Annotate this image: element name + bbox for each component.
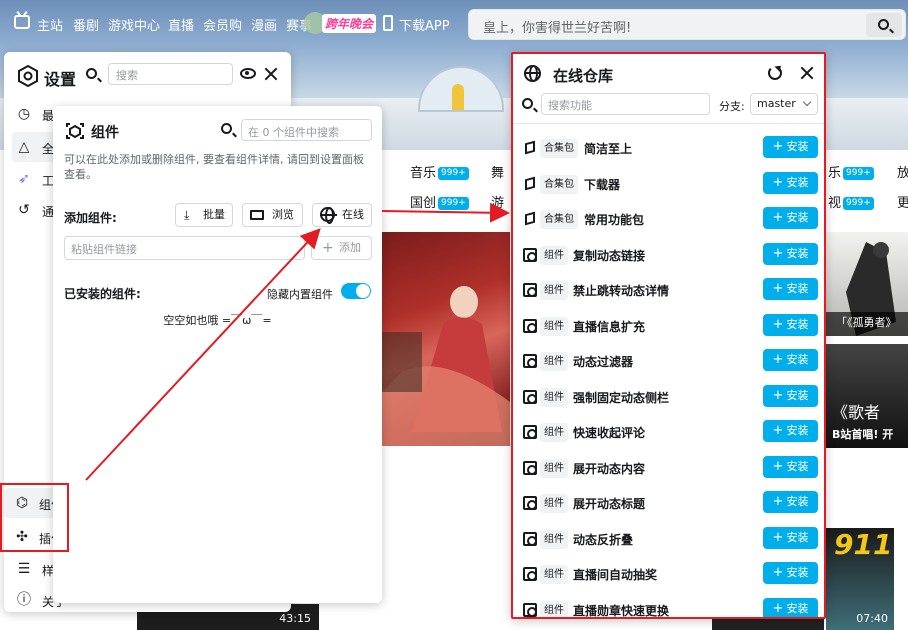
arrow-sidebar-to-online <box>85 228 321 481</box>
arrow-online-to-repository <box>381 202 510 223</box>
annotation-arrows <box>85 202 510 481</box>
